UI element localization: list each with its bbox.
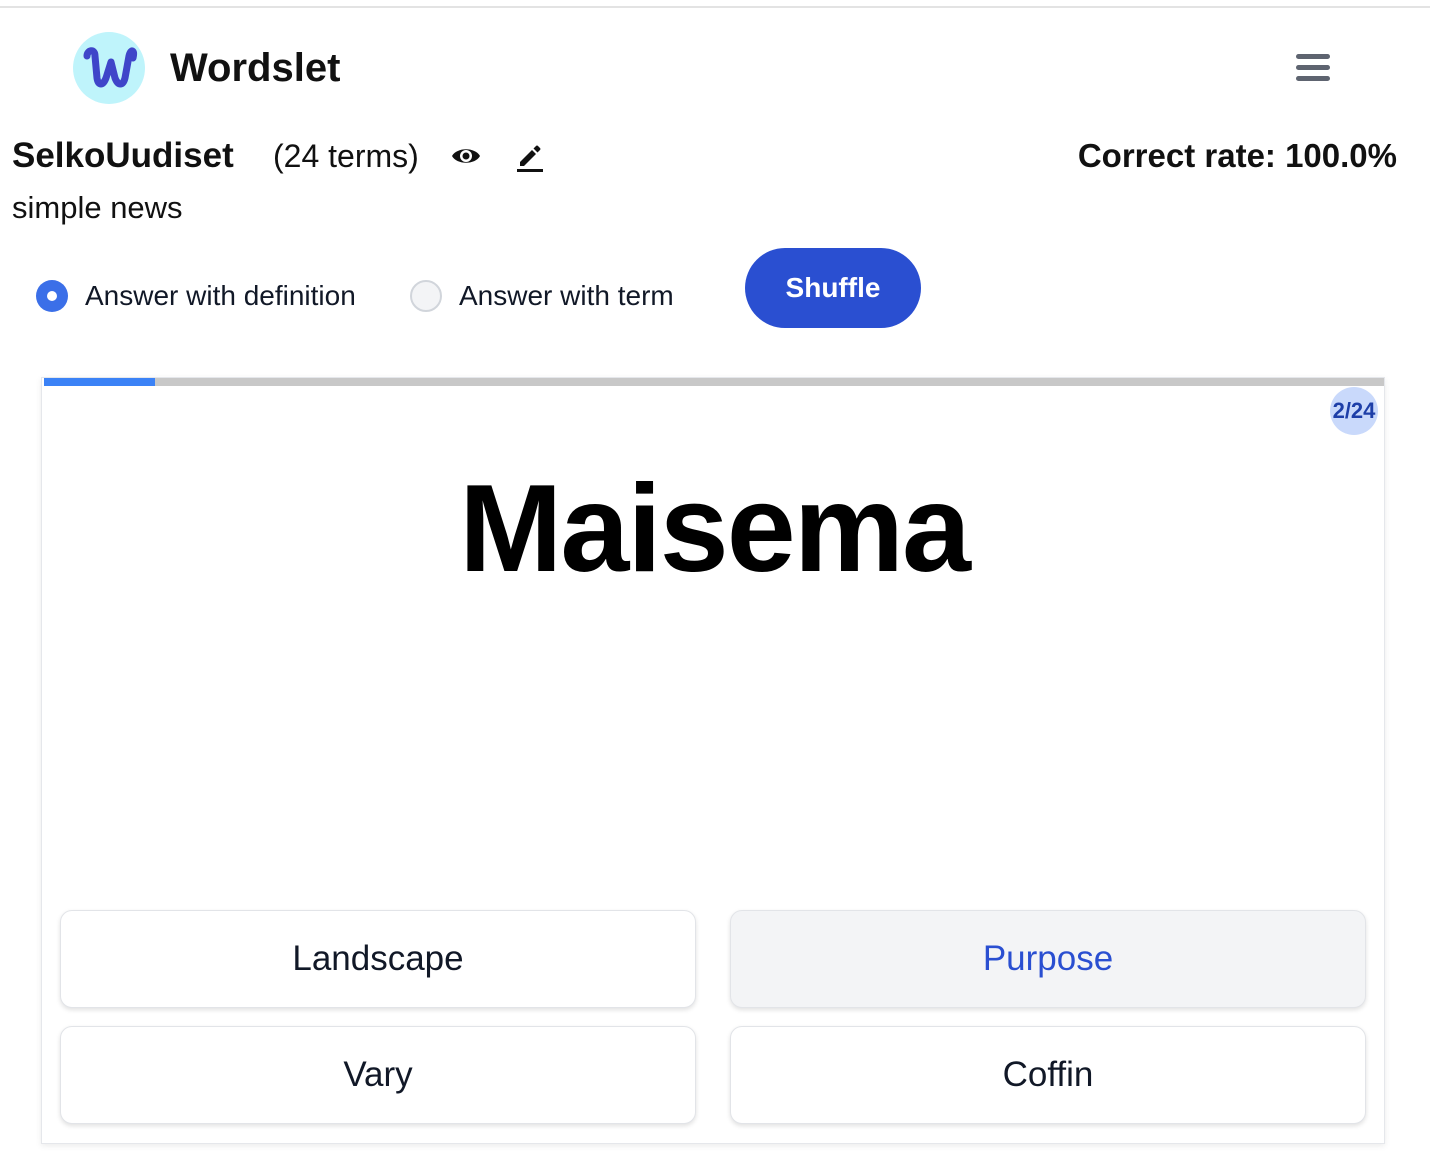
- quiz-term: Maisema: [459, 460, 971, 598]
- shuffle-button[interactable]: Shuffle: [745, 248, 921, 328]
- pencil-icon[interactable]: [514, 140, 546, 172]
- question-counter: 2/24: [1330, 387, 1378, 435]
- top-border: [0, 6, 1430, 8]
- radio-label-term[interactable]: Answer with term: [459, 280, 674, 312]
- progress-bar: [44, 378, 1384, 386]
- eye-icon[interactable]: [450, 142, 482, 170]
- answer-option[interactable]: Coffin: [730, 1026, 1366, 1124]
- answer-option[interactable]: Purpose: [730, 910, 1366, 1008]
- set-description: simple news: [12, 190, 183, 225]
- term-count: (24 terms): [273, 138, 419, 174]
- radio-answer-with-term[interactable]: [410, 280, 442, 312]
- menu-icon[interactable]: [1290, 48, 1336, 88]
- progress-fill: [44, 378, 156, 386]
- answer-option[interactable]: Vary: [60, 1026, 696, 1124]
- wordslet-logo[interactable]: [73, 32, 145, 104]
- radio-answer-with-definition[interactable]: [36, 280, 68, 312]
- correct-rate: Correct rate: 100.0%: [1077, 137, 1397, 174]
- radio-label-definition[interactable]: Answer with definition: [85, 280, 356, 312]
- quiz-card: 2/24 Maisema Landscape Purpose Vary Coff…: [41, 377, 1385, 1144]
- answer-option[interactable]: Landscape: [60, 910, 696, 1008]
- set-title: SelkoUudiset: [12, 136, 234, 175]
- app-name[interactable]: Wordslet: [170, 46, 340, 91]
- logo-w-icon: [83, 47, 137, 88]
